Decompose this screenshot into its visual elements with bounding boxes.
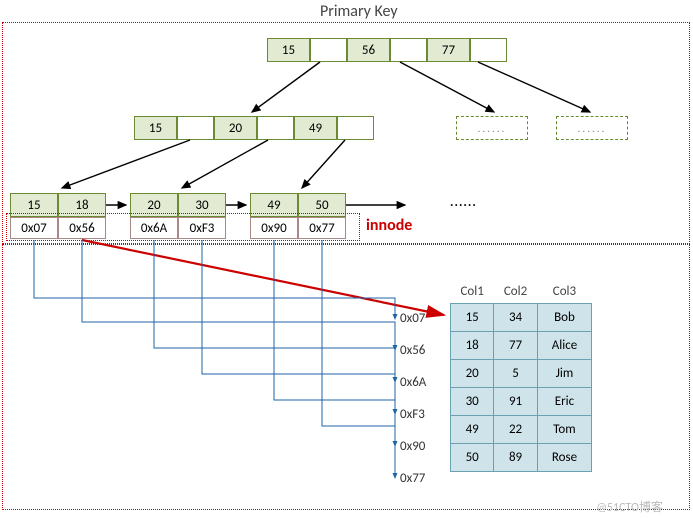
- cell: 18: [451, 332, 494, 360]
- col-header-0: Col1: [451, 280, 494, 304]
- cell: 91: [494, 388, 537, 416]
- table-row: 1877Alice: [451, 332, 592, 360]
- row-addr-5: 0x77: [400, 471, 425, 486]
- cell: 89: [494, 444, 537, 472]
- cell: 30: [451, 388, 494, 416]
- row-addr-3: 0xF3: [400, 407, 425, 422]
- row-addr-0: 0x07: [400, 311, 425, 326]
- table-row: 5089Rose: [451, 444, 592, 472]
- cell: 22: [494, 416, 537, 444]
- cell: 50: [451, 444, 494, 472]
- watermark: @51CTO博客: [596, 498, 663, 515]
- cell: 5: [494, 360, 537, 388]
- cell: Tom: [537, 416, 591, 444]
- cell: Eric: [537, 388, 591, 416]
- cell: 20: [451, 360, 494, 388]
- col-header-2: Col3: [537, 280, 591, 304]
- cell: 15: [451, 304, 494, 332]
- cell: 34: [494, 304, 537, 332]
- table-row: 205Jim: [451, 360, 592, 388]
- cell: Rose: [537, 444, 591, 472]
- table-row: 4922Tom: [451, 416, 592, 444]
- cell: 49: [451, 416, 494, 444]
- col-header-1: Col2: [494, 280, 537, 304]
- table-row: 1534Bob: [451, 304, 592, 332]
- cell: Alice: [537, 332, 591, 360]
- table-row: 3091Eric: [451, 388, 592, 416]
- cell: Bob: [537, 304, 591, 332]
- row-addr-4: 0x90: [400, 439, 425, 454]
- row-addr-2: 0x6A: [400, 375, 426, 390]
- cell: Jim: [537, 360, 591, 388]
- data-table: Col1 Col2 Col3 1534Bob 1877Alice 205Jim …: [450, 280, 592, 472]
- row-addr-1: 0x56: [400, 343, 425, 358]
- cell: 77: [494, 332, 537, 360]
